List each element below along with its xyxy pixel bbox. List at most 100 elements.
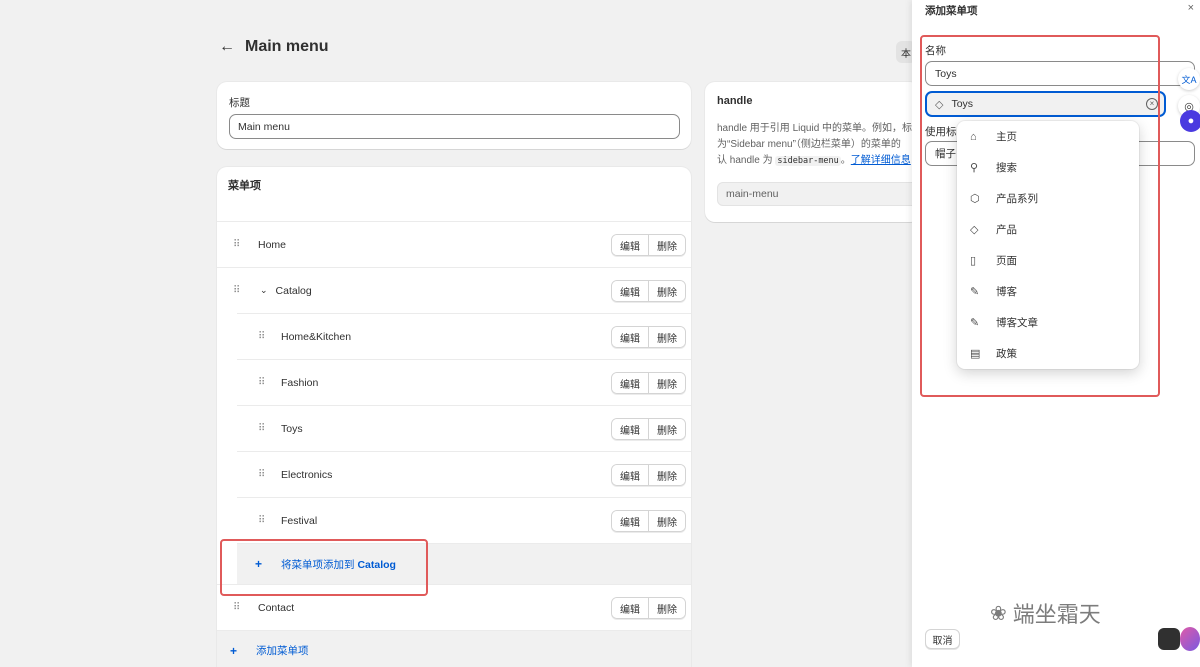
delete-button[interactable]: 删除 [648, 419, 685, 439]
delete-button[interactable]: 删除 [648, 511, 685, 531]
row-actions: 编辑 删除 [611, 597, 686, 619]
edit-button[interactable]: 编辑 [612, 373, 648, 393]
dropdown-item-label: 页面 [996, 255, 1017, 267]
row-actions: 编辑 删除 [611, 510, 686, 532]
clear-icon[interactable]: × [1146, 98, 1158, 110]
product-tag-icon: ◇ [970, 224, 979, 236]
drag-handle-icon[interactable]: ⠿ [258, 515, 272, 526]
menu-items-title: 菜单项 [228, 180, 261, 192]
menu-item-label: Festival [281, 514, 318, 527]
dropdown-item-pages[interactable]: ▯ 页面 [957, 245, 1139, 276]
dropdown-item-products[interactable]: ◇ 产品 [957, 214, 1139, 245]
menu-row-festival[interactable]: ⠿ Festival 编辑 删除 [237, 497, 691, 543]
drag-handle-icon[interactable]: ⠿ [258, 377, 272, 388]
menu-row-electronics[interactable]: ⠿ Electronics 编辑 删除 [237, 451, 691, 497]
menu-row-catalog[interactable]: ⠿ ⌄ Catalog 编辑 删除 [217, 267, 691, 313]
menu-item-label: Electronics [281, 468, 333, 481]
dropdown-item-home[interactable]: ⌂ 主页 [957, 121, 1139, 152]
add-menu-item-button[interactable]: + 添加菜单项 [217, 630, 691, 667]
edit-button[interactable]: 编辑 [612, 327, 648, 347]
name-label: 名称 [925, 45, 946, 57]
watermark: ❀ 端坐霜天 [990, 597, 1101, 629]
menu-item-label: Home [258, 238, 287, 251]
edit-button[interactable]: 编辑 [612, 598, 648, 618]
row-actions: 编辑 删除 [611, 372, 686, 394]
handle-desc-period: 。 [840, 155, 851, 166]
drag-handle-icon[interactable]: ⠿ [258, 423, 272, 434]
drag-handle-icon[interactable]: ⠿ [233, 602, 247, 613]
watermark-text: 端坐霜天 [1012, 602, 1101, 627]
delete-button[interactable]: 删除 [648, 327, 685, 347]
row-actions: 编辑 删除 [611, 280, 686, 302]
page-title: Main menu [245, 38, 329, 55]
menu-row-home[interactable]: ⠿ Home 编辑 删除 [217, 221, 691, 267]
brain-icon[interactable] [1180, 627, 1200, 651]
drag-handle-icon[interactable]: ⠿ [258, 331, 272, 342]
chevron-down-icon[interactable]: ⌄ [260, 285, 268, 296]
home-icon: ⌂ [970, 130, 977, 143]
dropdown-item-collections[interactable]: ⬡ 产品系列 [957, 183, 1139, 214]
dropdown-item-policies[interactable]: ▤ 政策 [957, 338, 1139, 369]
delete-button[interactable]: 删除 [648, 465, 685, 485]
tag-icon: ◇ [935, 98, 944, 111]
page-icon: ▯ [970, 255, 977, 267]
dropdown-item-label: 主页 [996, 131, 1017, 143]
menu-item-label: Toys [281, 422, 303, 435]
learn-more-link[interactable]: 了解详细信息 [851, 155, 911, 166]
title-card: 标题 Main menu [217, 82, 691, 149]
delete-button[interactable]: 删除 [648, 281, 685, 301]
delete-button[interactable]: 删除 [648, 235, 685, 255]
menu-item-label: Contact [258, 601, 295, 614]
handle-field-label: 使用标 [925, 126, 957, 138]
dropdown-item-label: 政策 [996, 348, 1017, 360]
handle-card: handle handle 用于引用 Liquid 中的菜单。例如，标 为“Si… [705, 82, 920, 222]
menu-item-label: Home&Kitchen [281, 330, 352, 343]
menu-row-toys[interactable]: ⠿ Toys 编辑 删除 [237, 405, 691, 451]
handle-input[interactable]: main-menu [717, 182, 920, 206]
menu-row-fashion[interactable]: ⠿ Fashion 编辑 删除 [237, 359, 691, 405]
add-to-catalog-button[interactable]: + 将菜单项添加到 Catalog [237, 543, 691, 584]
add-to-catalog-label: 将菜单项添加到 Catalog [281, 557, 396, 572]
name-input[interactable]: Toys [925, 61, 1195, 86]
menu-row-home-kitchen[interactable]: ⠿ Home&Kitchen 编辑 删除 [237, 313, 691, 359]
edit-button[interactable]: 编辑 [612, 281, 648, 301]
edit-button[interactable]: 编辑 [612, 235, 648, 255]
arrow-left-icon[interactable]: ← [219, 38, 235, 56]
title-input[interactable]: Main menu [229, 114, 680, 139]
menu-row-contact[interactable]: ⠿ Contact 编辑 删除 [217, 584, 691, 630]
edit-button[interactable]: 编辑 [612, 465, 648, 485]
handle-desc-line-1: handle 用于引用 Liquid 中的菜单。例如，标 [717, 123, 913, 134]
drag-handle-icon[interactable]: ⠿ [258, 469, 272, 480]
edit-button[interactable]: 编辑 [612, 419, 648, 439]
drag-handle-icon[interactable]: ⠿ [233, 239, 247, 250]
menu-item-label: Fashion [281, 376, 319, 389]
save-button-partial[interactable] [1158, 628, 1180, 650]
handle-title: handle [717, 95, 753, 107]
row-actions: 编辑 删除 [611, 326, 686, 348]
cancel-button[interactable]: 取消 [925, 629, 960, 649]
dropdown-item-blog[interactable]: ✎ 博客 [957, 276, 1139, 307]
title-label: 标题 [229, 97, 250, 109]
blog-post-icon: ✎ [970, 317, 980, 329]
dropdown-item-search[interactable]: ⚲ 搜索 [957, 152, 1139, 183]
delete-button[interactable]: 删除 [648, 598, 685, 618]
policy-icon: ▤ [970, 348, 981, 360]
link-input[interactable]: ◇ Toys × [925, 91, 1166, 117]
dropdown-item-label: 搜索 [996, 162, 1017, 174]
handle-desc-line-3: 认 handle 为 sidebar-menu 。了解详细信息 [717, 153, 920, 169]
link-input-value: Toys [951, 98, 974, 110]
edit-button[interactable]: 编辑 [612, 511, 648, 531]
handle-description: handle 用于引用 Liquid 中的菜单。例如，标 为“Sidebar m… [717, 121, 920, 169]
close-icon[interactable]: × [1188, 2, 1194, 14]
handle-desc-text: 认 handle 为 [717, 155, 776, 166]
assistant-icon[interactable]: ● [1180, 110, 1200, 132]
menu-items-card: 菜单项 ⠿ Home 编辑 删除 ⠿ ⌄ Catalog 编辑 删除 ⠿ Hom… [217, 167, 691, 667]
drag-handle-icon[interactable]: ⠿ [233, 285, 247, 296]
wechat-icon: ❀ [990, 602, 1007, 625]
panel-title: 添加菜单项 [925, 5, 978, 17]
dropdown-item-blog-posts[interactable]: ✎ 博客文章 [957, 307, 1139, 338]
row-actions: 编辑 删除 [611, 234, 686, 256]
translate-icon[interactable]: 文A [1178, 68, 1200, 90]
delete-button[interactable]: 删除 [648, 373, 685, 393]
dropdown-item-label: 产品 [996, 224, 1017, 236]
